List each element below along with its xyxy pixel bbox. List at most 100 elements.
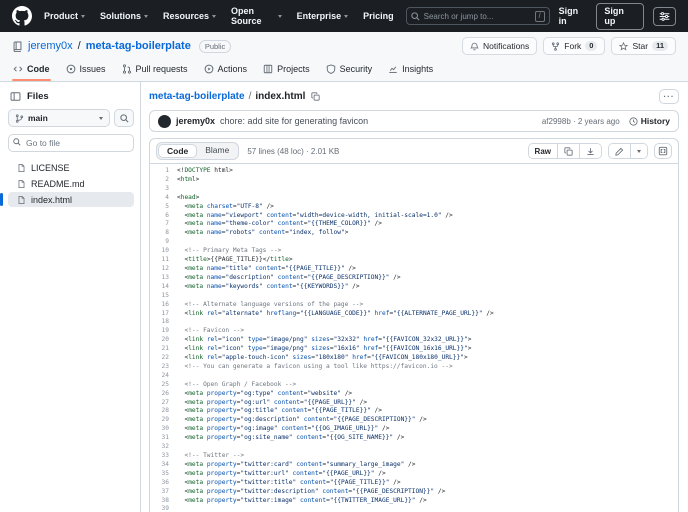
commit-hash-time[interactable]: af2998b · 2 years ago — [542, 117, 620, 126]
nav-item-open-source[interactable]: Open Source — [231, 6, 282, 26]
line-number[interactable]: 5 — [150, 203, 177, 212]
nav-item-resources[interactable]: Resources — [163, 11, 217, 21]
line-number[interactable]: 24 — [150, 372, 177, 381]
tab-code[interactable]: Code — [6, 60, 57, 81]
appearance-settings-button[interactable] — [652, 6, 677, 26]
edit-dropdown-button[interactable] — [631, 144, 647, 158]
line-number[interactable]: 15 — [150, 292, 177, 301]
code-line: 11 <title>{{PAGE_TITLE}}</title> — [150, 256, 678, 265]
copy-path-icon[interactable] — [311, 92, 320, 101]
code-view-tab[interactable]: Code — [158, 144, 198, 158]
sign-up-button[interactable]: Sign up — [596, 2, 644, 30]
more-options-button[interactable]: ··· — [659, 89, 679, 104]
line-number[interactable]: 25 — [150, 381, 177, 390]
nav-item-enterprise[interactable]: Enterprise — [297, 11, 349, 21]
breadcrumb-repo-link[interactable]: meta-tag-boilerplate — [149, 91, 245, 102]
search-files-button[interactable] — [114, 109, 134, 127]
line-number[interactable]: 1 — [150, 167, 177, 176]
collapse-sidebar-icon[interactable] — [10, 91, 21, 102]
line-number[interactable]: 3 — [150, 185, 177, 194]
line-number[interactable]: 4 — [150, 194, 177, 203]
tab-pull-requests[interactable]: Pull requests — [115, 60, 195, 81]
commit-message-link[interactable]: chore: add site for generating favicon — [220, 116, 368, 126]
file-actions: Raw — [527, 143, 672, 159]
line-number[interactable]: 10 — [150, 247, 177, 256]
tab-actions[interactable]: Actions — [197, 60, 255, 81]
repo-name-link[interactable]: meta-tag-boilerplate — [86, 40, 191, 52]
line-number[interactable]: 38 — [150, 497, 177, 506]
edit-button[interactable] — [609, 144, 631, 158]
sign-in-link[interactable]: Sign in — [559, 6, 588, 26]
line-number[interactable]: 35 — [150, 470, 177, 479]
line-number[interactable]: 37 — [150, 488, 177, 497]
line-number[interactable]: 14 — [150, 283, 177, 292]
line-number[interactable]: 33 — [150, 452, 177, 461]
code-text: <!-- Alternate language versions of the … — [177, 300, 364, 308]
tab-projects[interactable]: Projects — [256, 60, 317, 81]
blame-view-tab[interactable]: Blame — [197, 144, 237, 158]
file-tree-item-readme.md[interactable]: README.md — [8, 176, 134, 191]
line-number[interactable]: 2 — [150, 176, 177, 185]
line-number[interactable]: 8 — [150, 229, 177, 238]
line-number[interactable]: 22 — [150, 354, 177, 363]
download-icon — [587, 147, 594, 155]
code-line: 31 <meta property="og:site_name" content… — [150, 434, 678, 443]
line-number[interactable]: 28 — [150, 407, 177, 416]
notifications-button[interactable]: Notifications — [461, 37, 538, 55]
line-number[interactable]: 36 — [150, 479, 177, 488]
code-lines: 1 <!DOCTYPE html> 2 <html> 3 4 <head> 5 <meta c… — [150, 164, 678, 512]
code-text: <meta name="viewport" content="width=dev… — [177, 211, 453, 219]
nav-item-solutions[interactable]: Solutions — [100, 11, 149, 21]
branch-selector[interactable]: main — [8, 109, 110, 127]
line-number[interactable]: 27 — [150, 399, 177, 408]
copy-file-button[interactable] — [558, 144, 580, 158]
tab-security[interactable]: Security — [319, 60, 380, 81]
nav-item-pricing[interactable]: Pricing — [363, 11, 394, 21]
line-number[interactable]: 39 — [150, 505, 177, 512]
line-number[interactable]: 9 — [150, 238, 177, 247]
files-sidebar: Files main LICENSE README.md index.html — [0, 82, 141, 512]
tab-issues[interactable]: Issues — [59, 60, 113, 81]
header-search[interactable]: / — [405, 7, 550, 25]
line-number[interactable]: 34 — [150, 461, 177, 470]
tab-insights[interactable]: Insights — [381, 60, 440, 81]
commit-author-link[interactable]: jeremy0x — [176, 116, 215, 126]
line-number[interactable]: 20 — [150, 336, 177, 345]
file-tree-item-index.html[interactable]: index.html — [0, 192, 134, 207]
line-number[interactable]: 31 — [150, 434, 177, 443]
goto-file-input[interactable] — [8, 134, 134, 152]
line-number[interactable]: 23 — [150, 363, 177, 372]
raw-button[interactable]: Raw — [528, 144, 558, 158]
nav-item-product[interactable]: Product — [44, 11, 86, 21]
line-number[interactable]: 17 — [150, 310, 177, 319]
code-text: <meta charset="UTF-8" /> — [177, 202, 274, 210]
line-number[interactable]: 29 — [150, 416, 177, 425]
repo-owner-link[interactable]: jeremy0x — [28, 40, 73, 52]
search-input[interactable] — [423, 11, 529, 21]
line-number[interactable]: 32 — [150, 443, 177, 452]
star-count[interactable]: 11 — [652, 41, 668, 51]
file-tree: LICENSE README.md index.html — [0, 160, 136, 207]
line-number[interactable]: 19 — [150, 327, 177, 336]
avatar[interactable] — [158, 114, 171, 128]
fork-count[interactable]: 0 — [585, 41, 598, 51]
history-link[interactable]: History — [629, 116, 670, 126]
fork-button[interactable]: Fork 0 — [543, 37, 606, 55]
line-number[interactable]: 16 — [150, 301, 177, 310]
line-number[interactable]: 7 — [150, 220, 177, 229]
line-number[interactable]: 13 — [150, 274, 177, 283]
line-number[interactable]: 26 — [150, 390, 177, 399]
file-tree-item-license[interactable]: LICENSE — [8, 160, 134, 175]
line-number[interactable]: 21 — [150, 345, 177, 354]
star-button[interactable]: Star 11 — [611, 37, 676, 55]
line-number[interactable]: 30 — [150, 425, 177, 434]
symbols-panel-button[interactable] — [654, 143, 672, 159]
github-logo-icon[interactable] — [12, 6, 32, 26]
file-name: LICENSE — [31, 162, 70, 173]
line-number[interactable]: 18 — [150, 318, 177, 327]
code-text: <meta property="og:title" content="{{PAG… — [177, 407, 382, 415]
line-number[interactable]: 11 — [150, 256, 177, 265]
line-number[interactable]: 12 — [150, 265, 177, 274]
download-button[interactable] — [580, 144, 601, 158]
line-number[interactable]: 6 — [150, 212, 177, 221]
